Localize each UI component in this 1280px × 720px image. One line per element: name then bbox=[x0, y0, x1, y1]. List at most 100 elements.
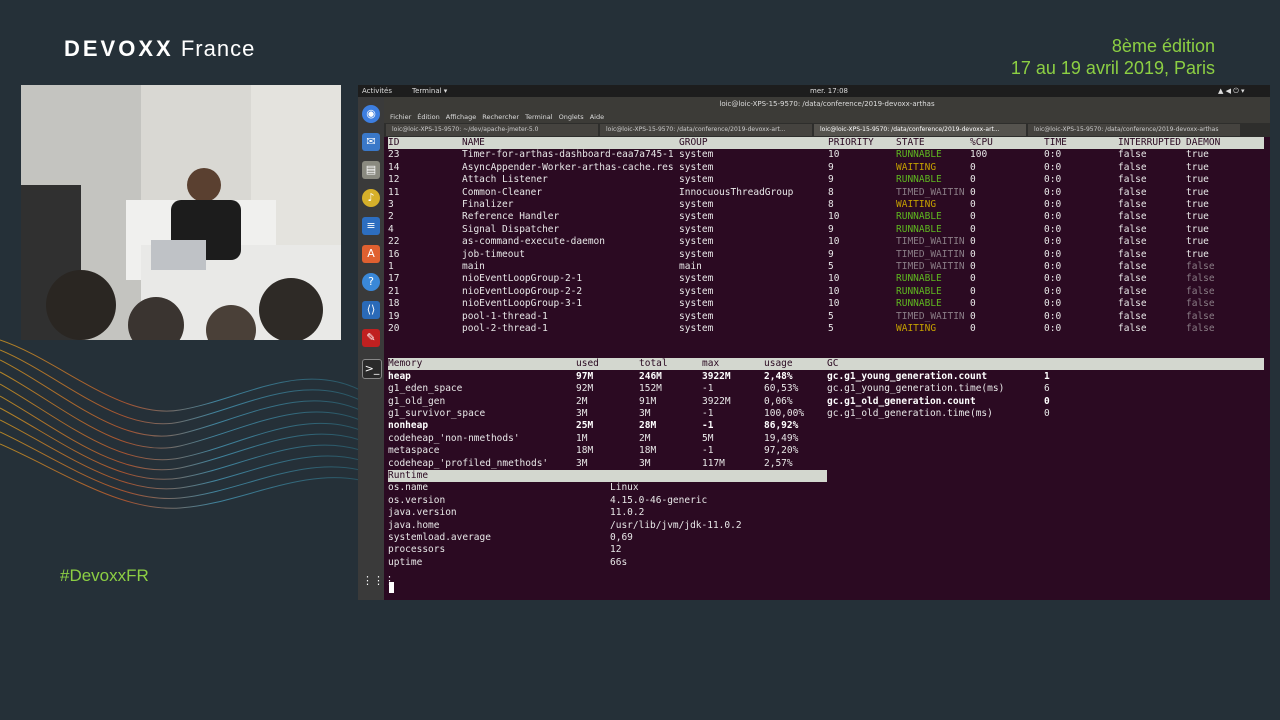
thread-cell: 11 bbox=[388, 186, 400, 198]
thread-cell: pool-2-thread-1 bbox=[462, 323, 548, 334]
thread-cell: 4 bbox=[388, 223, 394, 235]
tab-1[interactable]: loic@loic-XPS-15-9570: ~/dev/apache-jmet… bbox=[386, 124, 598, 136]
runtime-value: Linux bbox=[610, 482, 639, 494]
terminal-title-bar[interactable]: loic@loic-XPS-15-9570: /data/conference/… bbox=[384, 97, 1270, 112]
window-title: loic@loic-XPS-15-9570: /data/conference/… bbox=[719, 100, 935, 108]
memory-row: heap 97M 246M 3922M 2,48% gc.g1_young_generat… bbox=[388, 371, 1264, 383]
thread-cell: false bbox=[1118, 261, 1147, 272]
system-tray-icons[interactable]: ▲ ◀ ⏻ ▾ bbox=[1218, 85, 1245, 97]
thread-cell: system bbox=[679, 285, 714, 297]
devoxx-logo: DEVOXX France bbox=[64, 36, 256, 61]
thread-cell: 9 bbox=[828, 248, 834, 260]
clock[interactable]: mer. 17:08 bbox=[810, 85, 848, 97]
memory-cell: 3922M bbox=[702, 370, 731, 382]
memory-col-max: max bbox=[702, 358, 720, 370]
thread-cell: TIMED_WAITIN bbox=[896, 248, 965, 260]
terminal-app-menu[interactable]: Terminal ▾ bbox=[412, 85, 447, 97]
thread-cell: Common-Cleaner bbox=[462, 186, 543, 198]
gc-metric-name: gc.g1_old_generation.time(ms) bbox=[827, 408, 993, 419]
thread-cell: Finalizer bbox=[462, 199, 514, 210]
thread-cell: 0 bbox=[970, 174, 976, 186]
thread-cell: true bbox=[1186, 186, 1209, 198]
app-grid-icon[interactable]: ⋮⋮⋮ bbox=[362, 572, 395, 590]
rhythmbox-icon[interactable]: ♪ bbox=[362, 189, 380, 207]
thread-cell: 5 bbox=[828, 261, 834, 272]
thread-cell: false bbox=[1118, 174, 1147, 186]
memory-cell: 2M bbox=[639, 432, 651, 444]
software-center-icon[interactable]: A bbox=[362, 245, 380, 263]
thread-cell: 0 bbox=[970, 285, 976, 297]
terminal-icon[interactable]: >_ bbox=[362, 359, 382, 379]
runtime-key: os.version bbox=[388, 494, 446, 506]
thread-cell: nioEventLoopGroup-3-1 bbox=[462, 298, 583, 310]
memory-row: codeheap_'non-nmethods' 1M 2M 5M 19,49% bbox=[388, 433, 1264, 445]
thread-cell: Attach Listener bbox=[462, 174, 548, 186]
menu-edition[interactable]: Édition bbox=[417, 113, 440, 121]
memory-cell: codeheap_'profiled_nmethods' bbox=[388, 457, 549, 469]
thread-cell: false bbox=[1186, 310, 1215, 322]
thread-row: 18 nioEventLoopGroup-3-1 system 10 RUNNABLE 0… bbox=[388, 298, 1264, 310]
thread-row: 23 Timer-for-arthas-dashboard-eaa7a745-1 s… bbox=[388, 149, 1264, 161]
tab-2[interactable]: loic@loic-XPS-15-9570: /data/conference/… bbox=[600, 124, 812, 136]
thread-cell: 14 bbox=[388, 161, 400, 173]
gnome-top-bar: Activités Terminal ▾ mer. 17:08 ▲ ◀ ⏻ ▾ bbox=[358, 85, 1270, 97]
menu-affichage[interactable]: Affichage bbox=[446, 113, 477, 121]
thread-cell: 0:0 bbox=[1044, 161, 1062, 173]
memory-col-used: used bbox=[576, 358, 599, 370]
thread-cell: false bbox=[1118, 323, 1147, 334]
thread-cell: main bbox=[679, 261, 702, 272]
thread-cell: system bbox=[679, 273, 714, 285]
runtime-value: 66s bbox=[610, 556, 628, 568]
thread-cell: false bbox=[1118, 248, 1147, 260]
thread-cell: 8 bbox=[828, 199, 834, 210]
runtime-key: processors bbox=[388, 544, 446, 556]
runtime-header: Runtime bbox=[388, 470, 429, 481]
terminal-output[interactable]: ID NAME GROUP PRIORITY STATE %CPU TIME INTERRUP… bbox=[388, 137, 1264, 600]
runtime-row: java.version 11.0.2 bbox=[388, 507, 1264, 519]
thread-cell: TIMED_WAITIN bbox=[896, 236, 965, 248]
thread-cell: TIMED_WAITIN bbox=[896, 310, 965, 322]
memory-cell: -1 bbox=[702, 420, 714, 432]
thread-cell: 18 bbox=[388, 298, 400, 310]
thread-cell: Signal Dispatcher bbox=[462, 223, 560, 235]
libreoffice-writer-icon[interactable]: ≡ bbox=[362, 217, 380, 235]
menu-aide[interactable]: Aide bbox=[590, 113, 604, 121]
thread-row: 14 AsyncAppender-Worker-arthas-cache.res s… bbox=[388, 162, 1264, 174]
thread-cell: true bbox=[1186, 149, 1209, 161]
thread-cell: 19 bbox=[388, 310, 400, 322]
chrome-icon[interactable]: ◉ bbox=[362, 105, 380, 123]
runtime-row: java.home/usr/lib/jvm/jdk-11.0.2 bbox=[388, 520, 1264, 532]
thunderbird-icon[interactable]: ✉ bbox=[362, 133, 380, 151]
thread-cell: system bbox=[679, 236, 714, 248]
thread-cell: system bbox=[679, 161, 714, 173]
thread-cell: 10 bbox=[828, 285, 840, 297]
menu-terminal[interactable]: Terminal bbox=[525, 113, 552, 121]
tab-4[interactable]: loic@loic-XPS-15-9570: /data/conference/… bbox=[1028, 124, 1240, 136]
memory-cell: 92M bbox=[576, 383, 594, 395]
thread-cell: false bbox=[1118, 186, 1147, 198]
menu-rechercher[interactable]: Rechercher bbox=[482, 113, 519, 121]
thread-cell: false bbox=[1118, 211, 1147, 223]
runtime-value: /usr/lib/jvm/jdk-11.0.2 bbox=[610, 519, 742, 531]
memory-cell: 28M bbox=[639, 420, 657, 432]
menu-fichier[interactable]: Fichier bbox=[390, 113, 411, 121]
activities-button[interactable]: Activités bbox=[362, 85, 392, 97]
memory-cell: 152M bbox=[639, 383, 662, 395]
ubuntu-desktop: Activités Terminal ▾ mer. 17:08 ▲ ◀ ⏻ ▾ … bbox=[358, 85, 1270, 600]
tab-3[interactable]: loic@loic-XPS-15-9570: /data/conference/… bbox=[814, 124, 1026, 136]
vscode-icon[interactable]: ⟨⟩ bbox=[362, 301, 380, 319]
help-icon[interactable]: ? bbox=[362, 273, 380, 291]
thread-row: 11 Common-Cleaner InnocuousThreadGroup 8 TIM… bbox=[388, 187, 1264, 199]
jmeter-icon[interactable]: ✎ bbox=[362, 329, 380, 347]
thread-cell: 21 bbox=[388, 285, 400, 297]
thread-cell: false bbox=[1118, 223, 1147, 235]
thread-cell: false bbox=[1118, 149, 1147, 161]
thread-cell: 0 bbox=[970, 223, 976, 235]
thread-cell: 0:0 bbox=[1044, 261, 1062, 272]
files-icon[interactable]: ▤ bbox=[362, 161, 380, 179]
menu-onglets[interactable]: Onglets bbox=[559, 113, 584, 121]
thread-row: 12 Attach Listener system 9 RUNNABLE 0 0:0 fals… bbox=[388, 174, 1264, 186]
thread-cell: false bbox=[1186, 273, 1215, 285]
memory-cell: 3M bbox=[639, 408, 651, 419]
memory-cell: 97M bbox=[576, 370, 594, 382]
